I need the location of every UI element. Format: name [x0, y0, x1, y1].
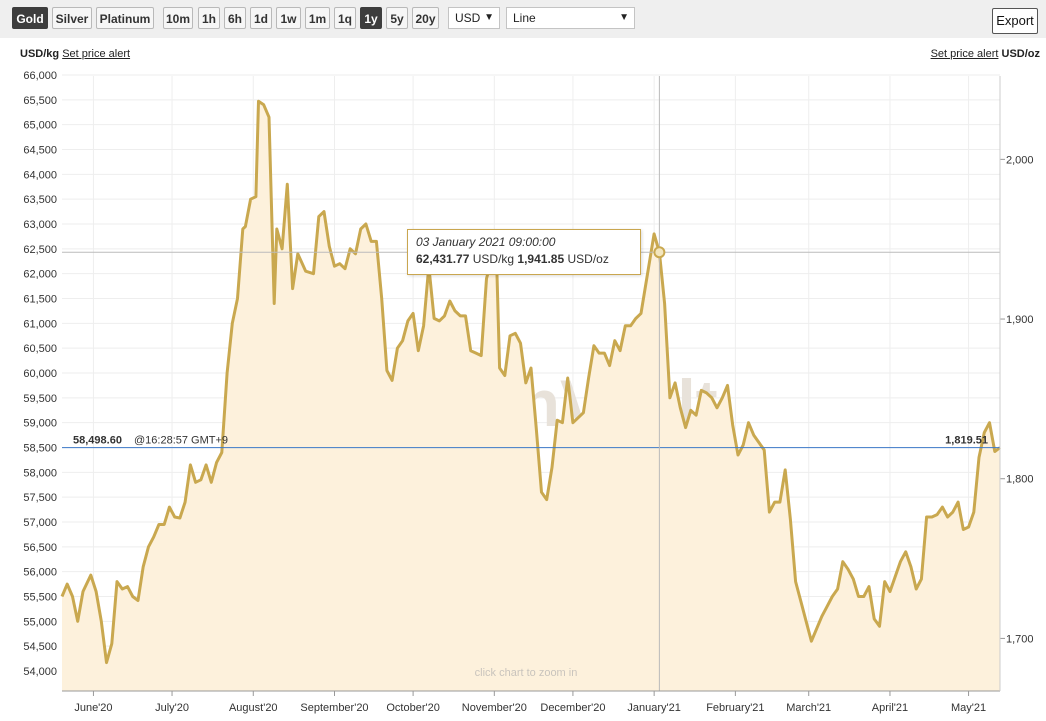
- left-axis-tick: 60,500: [23, 343, 57, 355]
- range-10m-button[interactable]: 10m: [163, 7, 193, 29]
- right-axis-tick-labels: 1,700 1,800 1,900 2,000: [1000, 154, 1034, 645]
- right-axis-tick: 2,000: [1006, 154, 1034, 166]
- x-axis-tick: April'21: [872, 702, 908, 714]
- left-axis-tick: 60,000: [23, 368, 57, 380]
- set-price-alert-left-link[interactable]: Set price alert: [62, 48, 130, 60]
- range-1y-button[interactable]: 1y: [360, 7, 382, 29]
- left-axis-tick: 56,500: [23, 542, 57, 554]
- currency-select-value: USD: [455, 11, 481, 25]
- range-1q-button[interactable]: 1q: [334, 7, 356, 29]
- tooltip-values: 62,431.77 USD/kg 1,941.85 USD/oz: [416, 252, 632, 266]
- currency-select[interactable]: USD ▼: [448, 7, 500, 29]
- left-axis-header: USD/kg Set price alert: [20, 48, 130, 60]
- range-5y-button[interactable]: 5y: [386, 7, 408, 29]
- left-axis-tick: 58,000: [23, 467, 57, 479]
- left-axis-tick: 62,500: [23, 244, 57, 256]
- left-axis-tick: 65,000: [23, 120, 57, 132]
- chart-style-select[interactable]: Line ▼: [506, 7, 635, 29]
- price-chart[interactable]: BullionVault 58,498.60 @16:28:57 GMT+9 1…: [0, 66, 1046, 721]
- chart-style-select-value: Line: [513, 11, 536, 25]
- tooltip-oz-unit: USD/oz: [567, 252, 609, 266]
- x-axis-tick: July'20: [155, 702, 189, 714]
- x-axis-tick: May'21: [951, 702, 986, 714]
- left-axis-tick: 55,500: [23, 592, 57, 604]
- left-axis-tick: 61,500: [23, 294, 57, 306]
- range-20y-button[interactable]: 20y: [412, 7, 439, 29]
- left-axis-tick: 54,500: [23, 641, 57, 653]
- metal-platinum-button[interactable]: Platinum: [96, 7, 154, 29]
- x-axis-tick: February'21: [706, 702, 764, 714]
- left-axis-tick: 61,000: [23, 318, 57, 330]
- chevron-down-icon: ▼: [619, 12, 629, 23]
- x-axis-tick: September'20: [300, 702, 368, 714]
- left-axis-tick: 56,000: [23, 567, 57, 579]
- range-1h-button[interactable]: 1h: [198, 7, 220, 29]
- left-axis-tick: 55,000: [23, 616, 57, 628]
- toolbar: Gold Silver Platinum 10m 1h 6h 1d 1w 1m …: [0, 0, 1046, 38]
- left-axis-tick: 57,500: [23, 492, 57, 504]
- left-axis-tick: 64,000: [23, 169, 57, 181]
- range-1d-button[interactable]: 1d: [250, 7, 272, 29]
- right-axis-header: Set price alert USD/oz: [931, 48, 1040, 60]
- x-axis-tick: October'20: [386, 702, 439, 714]
- x-axis-tick: November'20: [462, 702, 527, 714]
- x-axis-tick: January'21: [627, 702, 680, 714]
- x-axis-tick-labels: June'20 July'20 August'20 September'20 Octob…: [74, 691, 986, 714]
- left-axis-tick: 62,000: [23, 269, 57, 281]
- left-axis-tick: 66,000: [23, 70, 57, 82]
- left-axis-tick: 57,000: [23, 517, 57, 529]
- left-axis-tick: 58,500: [23, 443, 57, 455]
- tooltip-kg-unit: USD/kg: [472, 252, 515, 266]
- x-axis-tick: March'21: [786, 702, 831, 714]
- x-axis-tick: June'20: [74, 702, 112, 714]
- x-axis-tick: August'20: [229, 702, 278, 714]
- left-axis-tick: 54,000: [23, 666, 57, 678]
- right-axis-tick: 1,900: [1006, 314, 1034, 326]
- right-axis-tick: 1,800: [1006, 474, 1034, 486]
- tooltip-oz-value: 1,941.85: [517, 252, 565, 266]
- current-price-time-label: @16:28:57 GMT+9: [134, 435, 228, 447]
- hover-point[interactable]: [653, 246, 666, 259]
- range-1m-button[interactable]: 1m: [305, 7, 330, 29]
- range-6h-button[interactable]: 6h: [224, 7, 246, 29]
- metal-silver-button[interactable]: Silver: [52, 7, 92, 29]
- export-button[interactable]: Export: [992, 8, 1038, 34]
- left-axis-tick: 65,500: [23, 95, 57, 107]
- range-1w-button[interactable]: 1w: [276, 7, 301, 29]
- right-axis-tick: 1,700: [1006, 633, 1034, 645]
- left-unit-label: USD/kg: [20, 48, 60, 60]
- current-price-right-label: 1,819.51: [945, 435, 988, 447]
- left-axis-tick: 59,500: [23, 393, 57, 405]
- right-unit-label: USD/oz: [1001, 48, 1041, 60]
- left-axis-tick: 63,500: [23, 194, 57, 206]
- metal-gold-button[interactable]: Gold: [12, 7, 48, 29]
- price-area-fill: [62, 101, 1000, 692]
- tooltip-date: 03 January 2021 09:00:00: [416, 235, 556, 249]
- x-axis-tick: December'20: [540, 702, 605, 714]
- left-axis-tick: 63,000: [23, 219, 57, 231]
- zoom-hint: click chart to zoom in: [475, 667, 578, 679]
- tooltip-kg-value: 62,431.77: [416, 252, 470, 266]
- left-axis-tick-labels: 54,000 54,500 55,000 55,500 56,000 56,500 57,0…: [23, 70, 57, 678]
- price-tooltip: 03 January 2021 09:00:00 62,431.77 USD/k…: [407, 229, 641, 275]
- set-price-alert-right-link[interactable]: Set price alert: [931, 48, 999, 60]
- chevron-down-icon: ▼: [484, 12, 494, 23]
- left-axis-tick: 59,000: [23, 418, 57, 430]
- left-axis-tick: 64,500: [23, 145, 57, 157]
- current-price-left-label: 58,498.60: [73, 435, 122, 447]
